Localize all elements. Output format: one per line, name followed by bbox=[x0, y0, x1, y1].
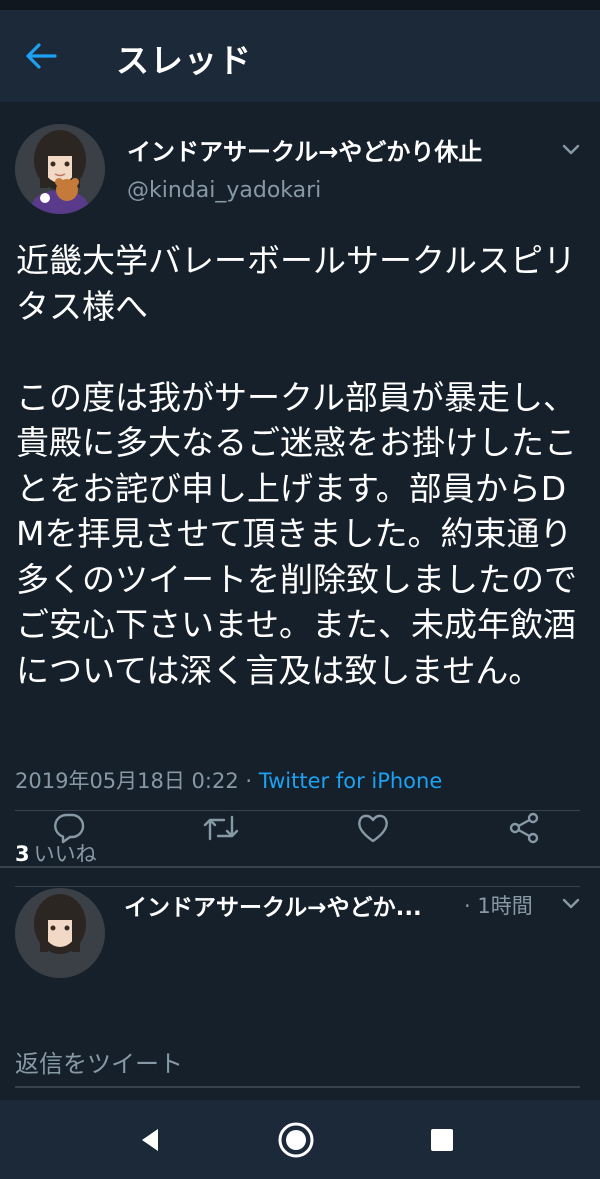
reply-composer bbox=[0, 1020, 600, 1100]
reply-menu-button[interactable] bbox=[557, 892, 585, 914]
tweet-timestamp: 2019年05月18日 0:22 bbox=[15, 769, 239, 793]
like-button[interactable] bbox=[351, 806, 395, 850]
chevron-down-icon bbox=[562, 144, 580, 155]
back-button[interactable] bbox=[20, 38, 62, 74]
square-recents-icon bbox=[431, 1129, 453, 1151]
reply-icon bbox=[54, 813, 85, 844]
retweet-button[interactable] bbox=[199, 806, 243, 850]
avatar[interactable] bbox=[15, 124, 105, 214]
reply-tweet-preview[interactable]: インドアサークル→やどか... · 1時間 bbox=[0, 868, 600, 1020]
status-bar bbox=[0, 0, 600, 10]
author-handle: @kindai_yadokari bbox=[127, 178, 322, 203]
tweet-meta: 2019年05月18日 0:22 · Twitter for iPhone bbox=[15, 765, 442, 795]
reply-author-name[interactable]: インドアサークル→やどか... bbox=[124, 888, 422, 922]
tweet-actions-bar bbox=[0, 806, 600, 856]
reply-input[interactable] bbox=[15, 1042, 580, 1088]
system-navigation-bar bbox=[0, 1100, 600, 1179]
system-back-button[interactable] bbox=[128, 1118, 172, 1162]
tweet-menu-button[interactable] bbox=[557, 138, 585, 160]
share-button[interactable] bbox=[502, 806, 546, 850]
author-display-name[interactable]: インドアサークル→やどかり休止 bbox=[127, 132, 482, 167]
triangle-back-icon bbox=[142, 1129, 158, 1151]
reply-button[interactable] bbox=[47, 806, 91, 850]
retweet-icon bbox=[203, 815, 239, 841]
top-app-bar: スレッド bbox=[0, 10, 600, 102]
system-home-button[interactable] bbox=[274, 1118, 318, 1162]
tweet-source-link[interactable]: Twitter for iPhone bbox=[259, 769, 443, 793]
tweet-text: 近畿大学バレーボールサークルスピリタス様へ この度は我がサークル部員が暴走し、貴… bbox=[16, 241, 577, 690]
system-recents-button[interactable] bbox=[420, 1118, 464, 1162]
avatar-illustration bbox=[15, 888, 105, 978]
avatar[interactable] bbox=[15, 888, 105, 978]
share-icon bbox=[509, 812, 539, 844]
circle-home-icon bbox=[278, 1122, 314, 1158]
arrow-left-icon bbox=[26, 43, 57, 69]
meta-separator: · bbox=[238, 769, 259, 793]
reply-time: · 1時間 bbox=[464, 894, 533, 918]
avatar-illustration bbox=[15, 124, 105, 214]
chevron-down-icon bbox=[562, 898, 580, 909]
heart-icon bbox=[358, 814, 388, 843]
page-title: スレッド bbox=[116, 41, 252, 80]
